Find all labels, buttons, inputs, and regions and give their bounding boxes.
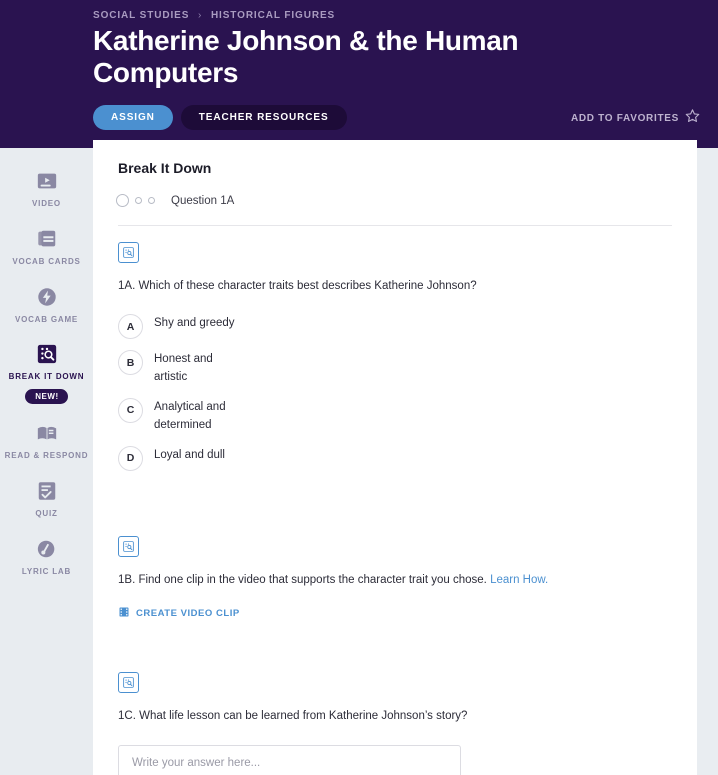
- sidebar-item-label: VOCAB CARDS: [12, 256, 81, 266]
- video-icon: [36, 170, 58, 192]
- question-1c-block: 1C. What life lesson can be learned from…: [118, 672, 467, 775]
- question-1b-block: 1B. Find one clip in the video that supp…: [118, 536, 548, 621]
- choice-text: Loyal and dull: [154, 448, 225, 461]
- film-strip-icon: [118, 606, 130, 621]
- sidebar-item-read-respond[interactable]: READ & RESPOND: [0, 414, 93, 472]
- sidebar-item-label: QUIZ: [35, 508, 58, 518]
- sidebar-item-label: VOCAB GAME: [14, 314, 79, 324]
- page-header: SOCIAL STUDIES › HISTORICAL FIGURES Kath…: [0, 0, 718, 148]
- question-progress: Question 1A: [116, 194, 234, 207]
- choice-option-b[interactable]: B Honest and artistic: [118, 350, 477, 387]
- progress-dot-1[interactable]: [116, 194, 129, 207]
- progress-label: Question 1A: [171, 194, 235, 207]
- section-divider: [118, 225, 672, 226]
- create-video-clip-label: CREATE VIDEO CLIP: [136, 608, 240, 620]
- card-title: Break It Down: [118, 160, 212, 176]
- choice-letter: D: [118, 445, 143, 471]
- sidebar-item-label: VIDEO: [32, 199, 61, 208]
- quiz-icon: [36, 480, 58, 502]
- break-it-down-icon: [36, 343, 58, 365]
- breadcrumb-separator-icon: ›: [198, 10, 203, 21]
- question-1a-prompt: 1A. Which of these character traits best…: [118, 280, 477, 292]
- new-badge: NEW!: [25, 389, 68, 405]
- choice-option-d[interactable]: D Loyal and dull: [118, 445, 477, 471]
- progress-dot-2[interactable]: [135, 197, 142, 204]
- activity-card: Break It Down Question 1A 1A. Which of t…: [93, 140, 697, 775]
- choice-option-c[interactable]: C Analytical and determined: [118, 397, 477, 435]
- teacher-resources-button[interactable]: TEACHER RESOURCES: [180, 105, 347, 130]
- sidebar-item-break-it-down[interactable]: BREAK IT DOWN NEW!: [0, 335, 93, 414]
- question-tool-icon[interactable]: [118, 242, 139, 263]
- progress-dot-3[interactable]: [148, 197, 155, 204]
- question-tool-icon[interactable]: [118, 536, 139, 557]
- question-tool-icon[interactable]: [118, 672, 139, 693]
- add-to-favorites-button[interactable]: ADD TO FAVORITES: [571, 108, 700, 128]
- sidebar-item-label: BREAK IT DOWN: [8, 372, 85, 382]
- choice-letter: A: [118, 314, 143, 340]
- question-1a-block: 1A. Which of these character traits best…: [118, 242, 477, 482]
- page-title: Katherine Johnson & the Human Computers: [93, 25, 519, 89]
- question-1b-text: 1B. Find one clip in the video that supp…: [118, 574, 487, 586]
- sidebar-item-vocab-game[interactable]: VOCAB GAME: [0, 278, 93, 336]
- choice-text: Honest and artistic: [154, 353, 213, 384]
- read-respond-icon: [36, 422, 58, 444]
- breadcrumb-item-subject[interactable]: SOCIAL STUDIES: [93, 10, 189, 21]
- breadcrumb-item-topic[interactable]: HISTORICAL FIGURES: [211, 10, 335, 21]
- sidebar-item-quiz[interactable]: QUIZ: [0, 472, 93, 530]
- breadcrumb: SOCIAL STUDIES › HISTORICAL FIGURES: [93, 10, 335, 21]
- choice-letter: C: [118, 397, 143, 423]
- question-1c-prompt: 1C. What life lesson can be learned from…: [118, 710, 468, 722]
- vocab-game-icon: [36, 286, 58, 308]
- sidebar-item-lyric-lab[interactable]: LYRIC LAB: [0, 530, 93, 588]
- sidebar-item-label: LYRIC LAB: [21, 566, 72, 576]
- choice-text: Analytical and determined: [154, 400, 226, 431]
- question-1b-prompt: 1B. Find one clip in the video that supp…: [118, 572, 548, 589]
- sidebar-item-vocab-cards[interactable]: VOCAB CARDS: [0, 220, 93, 278]
- create-video-clip-button[interactable]: CREATE VIDEO CLIP: [118, 606, 240, 621]
- sidebar-item-label: READ & RESPOND: [4, 451, 89, 461]
- choice-text: Shy and greedy: [154, 317, 235, 330]
- choice-letter: B: [118, 350, 143, 376]
- choice-option-a[interactable]: A Shy and greedy: [118, 314, 477, 340]
- learn-how-link[interactable]: Learn How.: [490, 574, 548, 586]
- sidebar-nav: VIDEO VOCAB CARDS VOCAB GAME BREAK IT DO…: [0, 148, 93, 775]
- assign-button[interactable]: ASSIGN: [93, 105, 173, 130]
- header-actions: ASSIGN TEACHER RESOURCES: [93, 105, 347, 130]
- star-outline-icon: [685, 108, 700, 128]
- sidebar-item-video[interactable]: VIDEO: [0, 162, 93, 220]
- add-to-favorites-label: ADD TO FAVORITES: [570, 112, 679, 124]
- answer-choices: A Shy and greedy B Honest and artistic C…: [118, 314, 477, 471]
- lyric-lab-icon: [36, 538, 58, 560]
- vocab-cards-icon: [36, 228, 58, 250]
- answer-input[interactable]: [118, 745, 461, 775]
